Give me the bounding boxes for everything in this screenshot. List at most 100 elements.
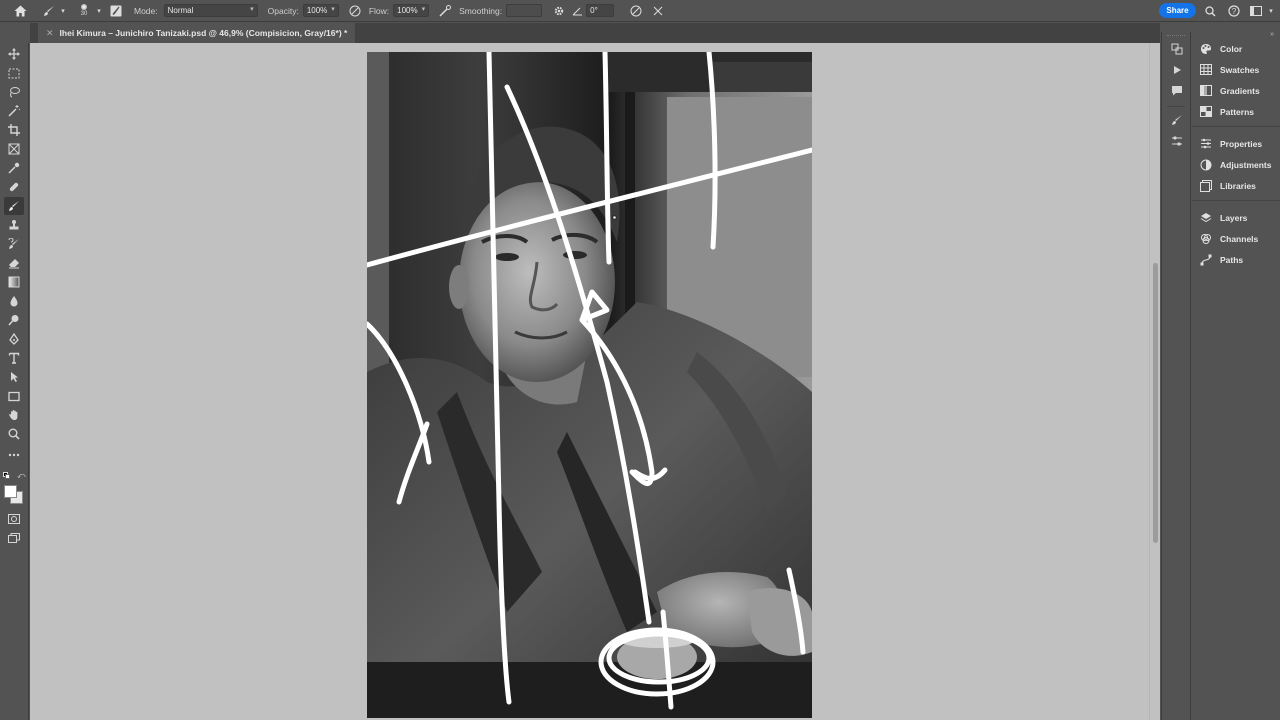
brush-preset-picker[interactable]: 30 (74, 0, 94, 22)
screen-mode-icon[interactable] (4, 529, 24, 547)
chevron-down-icon[interactable]: ▾ (58, 0, 68, 22)
panel-gradients[interactable]: Gradients (1192, 80, 1280, 101)
panel-dock: » Color Swatches Gradients Patterns Prop… (1192, 31, 1280, 720)
gradient-tool-icon[interactable] (4, 273, 24, 291)
zoom-tool-icon[interactable] (4, 425, 24, 443)
move-tool-icon[interactable] (4, 45, 24, 63)
smoothing-label: Smoothing: (459, 5, 503, 16)
tool-presets-icon[interactable] (1169, 133, 1185, 149)
adjustments-icon (1200, 159, 1212, 171)
path-selection-tool-icon[interactable] (4, 368, 24, 386)
collapse-icon[interactable]: » (1270, 31, 1274, 38)
brush-tool-icon[interactable] (4, 197, 24, 215)
healing-brush-tool-icon[interactable] (4, 178, 24, 196)
libraries-icon (1200, 179, 1212, 192)
angle-field[interactable]: 0° (586, 4, 615, 17)
eyedropper-tool-icon[interactable] (4, 159, 24, 177)
mode-value: Normal (167, 6, 194, 15)
panel-color-label: Color (1220, 43, 1243, 54)
frame-tool-icon[interactable] (4, 140, 24, 158)
panel-swatches[interactable]: Swatches (1192, 59, 1280, 80)
default-colors-icon[interactable] (3, 472, 11, 480)
flow-field[interactable]: 100% ▾ (393, 4, 430, 17)
pressure-size-icon[interactable] (624, 0, 648, 22)
chevron-down-icon: ▾ (331, 6, 335, 13)
marquee-tool-icon[interactable] (4, 64, 24, 82)
eraser-tool-icon[interactable] (4, 254, 24, 272)
panel-properties-label: Properties (1220, 138, 1263, 149)
rectangle-tool-icon[interactable] (4, 387, 24, 405)
gear-icon[interactable] (548, 0, 570, 22)
search-icon[interactable] (1201, 2, 1219, 20)
swatches-icon (1200, 64, 1212, 76)
share-button[interactable]: Share (1159, 3, 1196, 18)
hand-tool-icon[interactable] (4, 406, 24, 424)
brush-tip-preview (81, 4, 87, 10)
pen-tool-icon[interactable] (4, 330, 24, 348)
panel-libraries-label: Libraries (1220, 180, 1256, 191)
panel-properties[interactable]: Properties (1192, 133, 1280, 154)
more-tools-icon[interactable] (4, 446, 24, 464)
panel-channels[interactable]: Channels (1192, 228, 1280, 249)
symmetry-icon[interactable] (648, 0, 668, 22)
comment-icon[interactable] (1169, 82, 1185, 98)
lasso-tool-icon[interactable] (4, 83, 24, 101)
foreground-color-swatch[interactable] (4, 485, 17, 498)
airbrush-icon[interactable] (433, 0, 457, 22)
angle-icon (570, 0, 584, 22)
chevron-down-icon[interactable]: ▾ (94, 0, 104, 22)
close-icon[interactable]: ✕ (46, 28, 54, 39)
panel-gradients-label: Gradients (1220, 85, 1260, 96)
mode-select[interactable]: Normal ▾ (163, 4, 258, 17)
paths-icon (1200, 254, 1212, 266)
history-icon[interactable] (1169, 41, 1185, 57)
panel-libraries[interactable]: Libraries (1192, 175, 1280, 196)
pressure-opacity-icon[interactable] (343, 0, 367, 22)
color-icon (1200, 43, 1212, 55)
help-icon[interactable]: ? (1225, 2, 1243, 20)
panel-patterns[interactable]: Patterns (1192, 101, 1280, 122)
document-tab[interactable]: ✕ Ihei Kimura – Junichiro Tanizaki.psd @… (38, 23, 356, 43)
document-tab-title: Ihei Kimura – Junichiro Tanizaki.psd @ 4… (59, 28, 348, 38)
play-icon[interactable] (1169, 62, 1185, 78)
smoothing-field[interactable] (506, 4, 543, 17)
brush-size-value: 30 (80, 11, 88, 17)
crop-tool-icon[interactable] (4, 121, 24, 139)
panel-adjustments[interactable]: Adjustments (1192, 154, 1280, 175)
magic-wand-tool-icon[interactable] (4, 102, 24, 120)
canvas-area[interactable] (30, 43, 1149, 720)
home-icon[interactable] (0, 0, 40, 22)
chevron-down-icon[interactable]: ▾ (1262, 2, 1280, 20)
panel-layers[interactable]: Layers (1192, 207, 1280, 228)
dodge-tool-icon[interactable] (4, 311, 24, 329)
panel-color[interactable]: Color (1192, 38, 1280, 59)
mode-label: Mode: (134, 5, 158, 16)
gradients-icon (1200, 85, 1212, 97)
brush-tool-icon[interactable] (40, 0, 58, 22)
vertical-scrollbar[interactable] (1149, 43, 1160, 720)
scrollbar-thumb[interactable] (1153, 263, 1158, 543)
clone-stamp-tool-icon[interactable] (4, 216, 24, 234)
quick-mask-icon[interactable] (4, 510, 24, 528)
type-tool-icon[interactable] (4, 349, 24, 367)
options-bar: ▾ 30 ▾ Mode: Normal ▾ Opacity: 100% ▾ Fl… (0, 0, 1280, 22)
panel-layers-label: Layers (1220, 212, 1248, 223)
document-canvas[interactable] (367, 52, 812, 718)
panel-channels-label: Channels (1220, 233, 1259, 244)
history-brush-tool-icon[interactable] (4, 235, 24, 253)
blur-tool-icon[interactable] (4, 292, 24, 310)
panel-patterns-label: Patterns (1220, 106, 1255, 117)
opacity-value: 100% (306, 6, 328, 15)
opacity-field[interactable]: 100% ▾ (302, 4, 339, 17)
panel-paths-label: Paths (1220, 254, 1244, 265)
angle-value: 0° (590, 6, 598, 15)
brush-settings-icon[interactable] (1169, 112, 1185, 128)
brush-settings-icon[interactable] (106, 0, 126, 22)
chevron-down-icon: ▾ (421, 6, 426, 13)
panel-paths[interactable]: Paths (1192, 249, 1280, 270)
strip-grip[interactable] (1167, 35, 1185, 36)
swap-colors-icon[interactable]: ⤺ (17, 471, 26, 481)
panel-group-layers: Layers Channels Paths (1192, 201, 1280, 274)
brush-cursor (612, 215, 617, 220)
opacity-label: Opacity: (267, 5, 299, 16)
